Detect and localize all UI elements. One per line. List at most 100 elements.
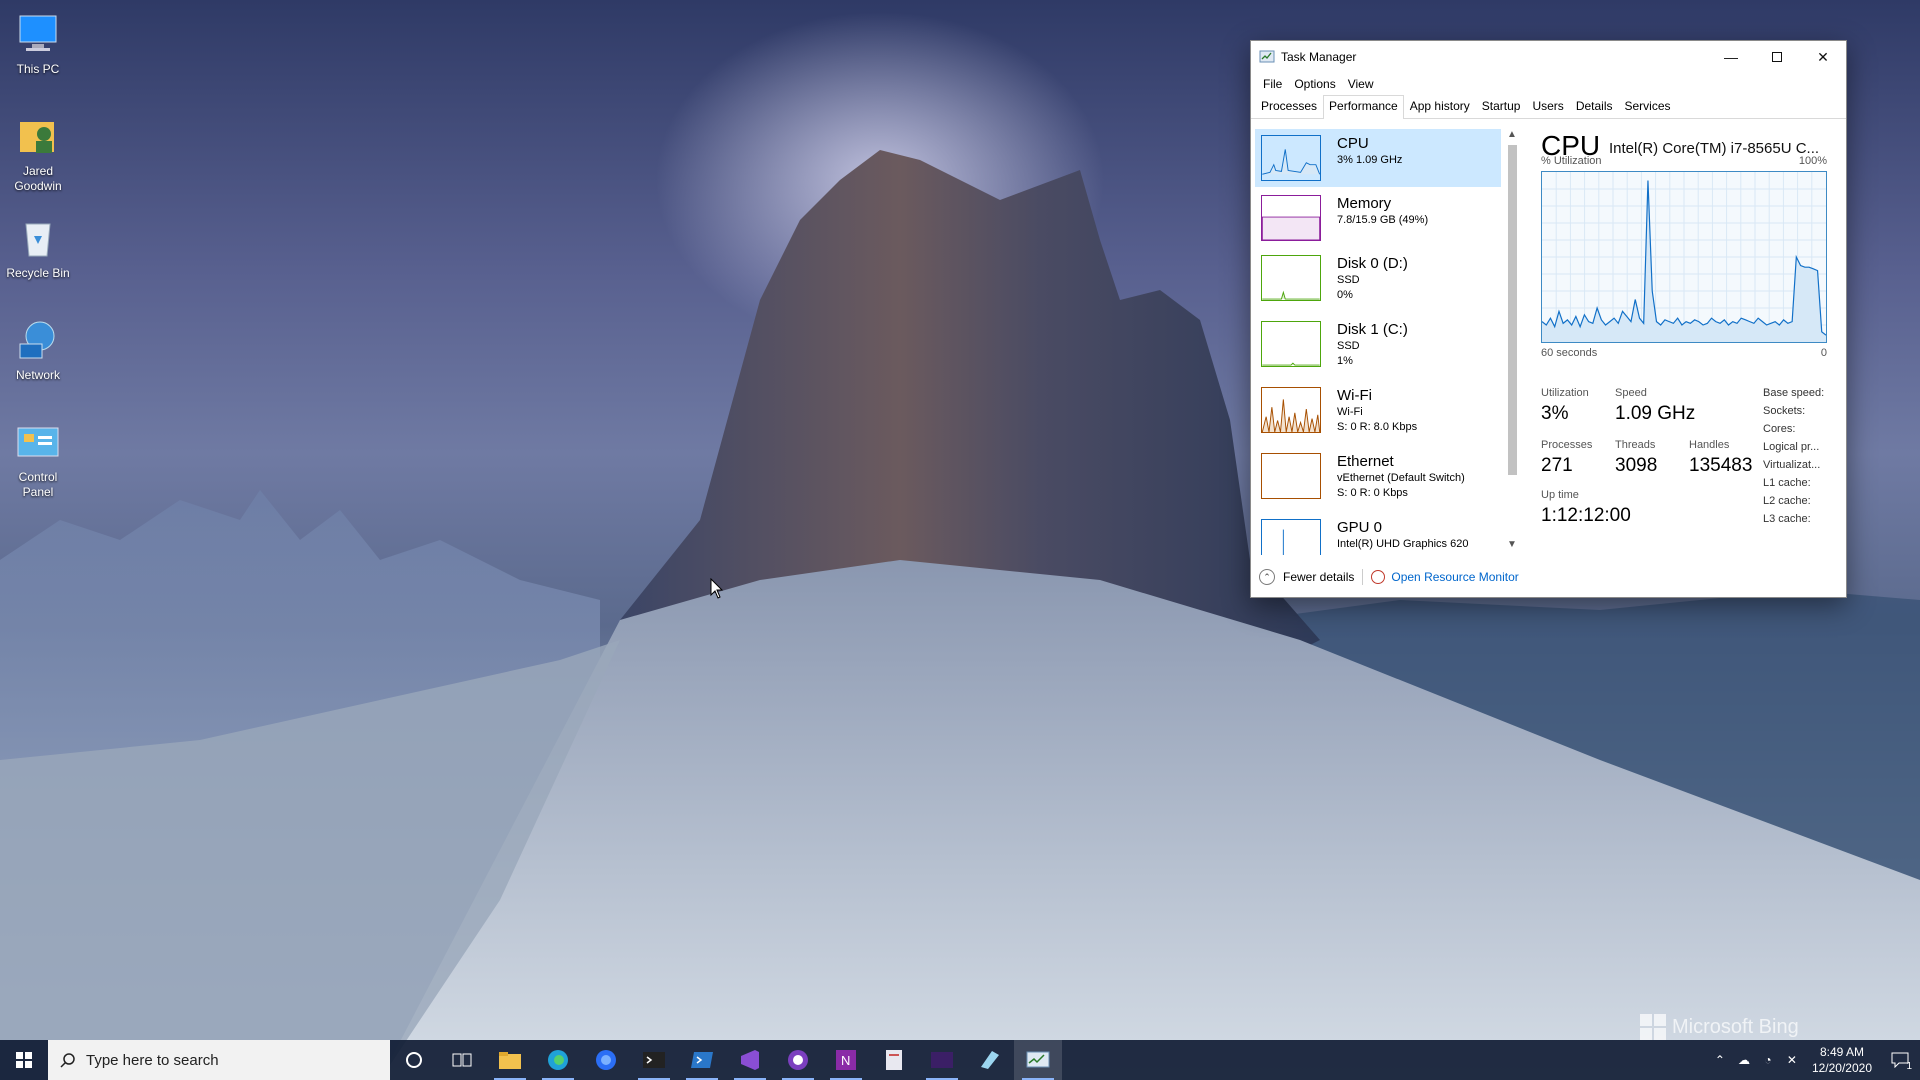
taskbar-search-box[interactable]: Type here to search (48, 1040, 390, 1080)
computer-icon (14, 10, 62, 58)
control-panel-icon (14, 418, 62, 466)
desktop-icon-network[interactable]: Network (2, 316, 74, 383)
taskbar-vs-code-dark[interactable] (918, 1040, 966, 1080)
disk-0-thumbnail (1261, 255, 1321, 301)
base-speed-label: Base speed: (1763, 387, 1825, 399)
footer-divider (1362, 569, 1364, 585)
taskbar-notepad[interactable] (870, 1040, 918, 1080)
task-manager-icon (1026, 1051, 1050, 1068)
open-resource-monitor-link[interactable]: Open Resource Monitor (1391, 570, 1518, 584)
bing-watermark: Microsoft Bing (1640, 1014, 1799, 1040)
chevron-up-icon[interactable]: ⌃ (1708, 1053, 1732, 1067)
wifi-thumbnail (1261, 387, 1321, 433)
l2-cache-label: L2 cache: (1763, 495, 1811, 507)
network-icon (14, 316, 62, 364)
virtualization-label: Virtualizat... (1763, 459, 1821, 471)
desktop-icon-this-pc[interactable]: This PC (2, 10, 74, 77)
taskbar-powershell[interactable] (678, 1040, 726, 1080)
desktop-icon-control-panel[interactable]: Control Panel (2, 418, 74, 500)
graph-label: % Utilization (1541, 155, 1602, 167)
scroll-thumb[interactable] (1508, 145, 1517, 475)
action-center-button[interactable]: 1 (1880, 1040, 1920, 1080)
desktop-icon-label: This PC (16, 62, 60, 76)
file-explorer-icon (499, 1052, 521, 1069)
memory-thumbnail (1261, 195, 1321, 241)
mouse-cursor-icon (710, 578, 724, 599)
tab-details[interactable]: Details (1570, 95, 1619, 118)
taskbar-task-manager[interactable] (1014, 1040, 1062, 1080)
menu-view[interactable]: View (1342, 77, 1380, 91)
clock-date: 12/20/2020 (1811, 1061, 1872, 1075)
menu-file[interactable]: File (1257, 77, 1288, 91)
tab-processes[interactable]: Processes (1255, 95, 1323, 118)
threads-value: 3098 (1615, 455, 1658, 476)
processes-value: 271 (1541, 455, 1573, 476)
task-view-button[interactable] (438, 1040, 486, 1080)
menu-bar: File Options View (1251, 73, 1846, 95)
cpu-detail-pane: CPU Intel(R) Core(TM) i7-8565U C... % Ut… (1541, 129, 1837, 549)
maximize-button[interactable] (1754, 41, 1800, 73)
utilization-label: Utilization (1541, 387, 1589, 399)
tab-services[interactable]: Services (1619, 95, 1677, 118)
desktop-icon-user-folder[interactable]: Jared Goodwin (2, 112, 74, 194)
close-button[interactable]: ✕ (1800, 41, 1846, 73)
resource-item-ethernet[interactable]: Ethernet vEthernet (Default Switch) S: 0 R… (1255, 447, 1501, 511)
resource-item-disk-0[interactable]: Disk 0 (D:) SSD 0% (1255, 249, 1501, 313)
taskbar-file-explorer[interactable] (486, 1040, 534, 1080)
resource-detail: 7.8/15.9 GB (49%) (1337, 214, 1429, 226)
onedrive-icon[interactable]: ☁ (1732, 1053, 1756, 1067)
taskbar-terminal[interactable] (630, 1040, 678, 1080)
resource-item-wifi[interactable]: Wi-Fi Wi-Fi S: 0 R: 8.0 Kbps (1255, 381, 1501, 445)
taskbar: Type here to search N ⌃ ☁ ◔ ✕ 8:49 AM 12… (0, 1040, 1920, 1080)
tab-strip: Processes Performance App history Startu… (1251, 95, 1846, 119)
cpu-thumbnail (1261, 135, 1321, 181)
taskbar-visual-studio[interactable] (726, 1040, 774, 1080)
taskbar-app-purple[interactable] (774, 1040, 822, 1080)
resource-item-memory[interactable]: Memory 7.8/15.9 GB (49%) (1255, 189, 1501, 247)
start-button[interactable] (0, 1040, 48, 1080)
volume-muted-icon[interactable]: ✕ (1780, 1053, 1804, 1067)
resource-list-scrollbar[interactable]: ▲ ▼ (1504, 129, 1521, 555)
resource-detail: Intel(R) UHD Graphics 620 (1337, 538, 1469, 550)
resource-name: Ethernet (1337, 453, 1394, 470)
taskbar-onenote[interactable]: N (822, 1040, 870, 1080)
desktop-icon-label: Network (15, 368, 60, 382)
cpu-model: Intel(R) Core(TM) i7-8565U C... (1609, 140, 1820, 157)
resource-item-gpu[interactable]: GPU 0 Intel(R) UHD Graphics 620 (1255, 513, 1501, 555)
tab-performance[interactable]: Performance (1323, 95, 1404, 119)
graph-max-label: 100% (1798, 155, 1827, 167)
scroll-up-icon[interactable]: ▲ (1507, 129, 1517, 140)
cores-label: Cores: (1763, 423, 1796, 435)
recycle-bin-icon (14, 214, 62, 262)
chevron-up-icon[interactable]: ⌃ (1259, 569, 1275, 585)
taskbar-firefox[interactable] (582, 1040, 630, 1080)
scroll-down-icon[interactable]: ▼ (1507, 539, 1517, 550)
cpu-utilization-graph (1541, 171, 1827, 343)
tab-users[interactable]: Users (1526, 95, 1569, 118)
resource-detail-2: S: 0 R: 0 Kbps (1337, 487, 1408, 499)
app-purple-icon (788, 1050, 808, 1070)
resource-item-disk-1[interactable]: Disk 1 (C:) SSD 1% (1255, 315, 1501, 379)
resource-item-cpu[interactable]: CPU 3% 1.09 GHz (1255, 129, 1501, 187)
powershell-icon (691, 1052, 713, 1068)
system-tray: ⌃ ☁ ◔ ✕ 8:49 AM 12/20/2020 1 (1708, 1040, 1920, 1080)
fewer-details-link[interactable]: Fewer details (1283, 570, 1354, 584)
wifi-icon[interactable]: ◔ (1756, 1053, 1780, 1067)
cortana-button[interactable] (390, 1040, 438, 1080)
clock[interactable]: 8:49 AM 12/20/2020 (1804, 1044, 1880, 1076)
resource-detail: Wi-Fi (1337, 406, 1363, 418)
handles-value: 135483 (1689, 455, 1753, 476)
title-bar[interactable]: Task Manager — ✕ (1251, 41, 1846, 73)
taskbar-paint[interactable] (966, 1040, 1014, 1080)
notepad-icon (886, 1050, 902, 1070)
onenote-icon: N (836, 1050, 856, 1070)
minimize-button[interactable]: — (1708, 41, 1754, 73)
speed-label: Speed (1615, 387, 1647, 399)
l1-cache-label: L1 cache: (1763, 477, 1811, 489)
menu-options[interactable]: Options (1288, 77, 1341, 91)
desktop-icon-recycle-bin[interactable]: Recycle Bin (2, 214, 74, 281)
taskbar-edge[interactable] (534, 1040, 582, 1080)
tab-app-history[interactable]: App history (1404, 95, 1476, 118)
tab-startup[interactable]: Startup (1476, 95, 1527, 118)
graph-time-label: 60 seconds (1541, 347, 1598, 359)
